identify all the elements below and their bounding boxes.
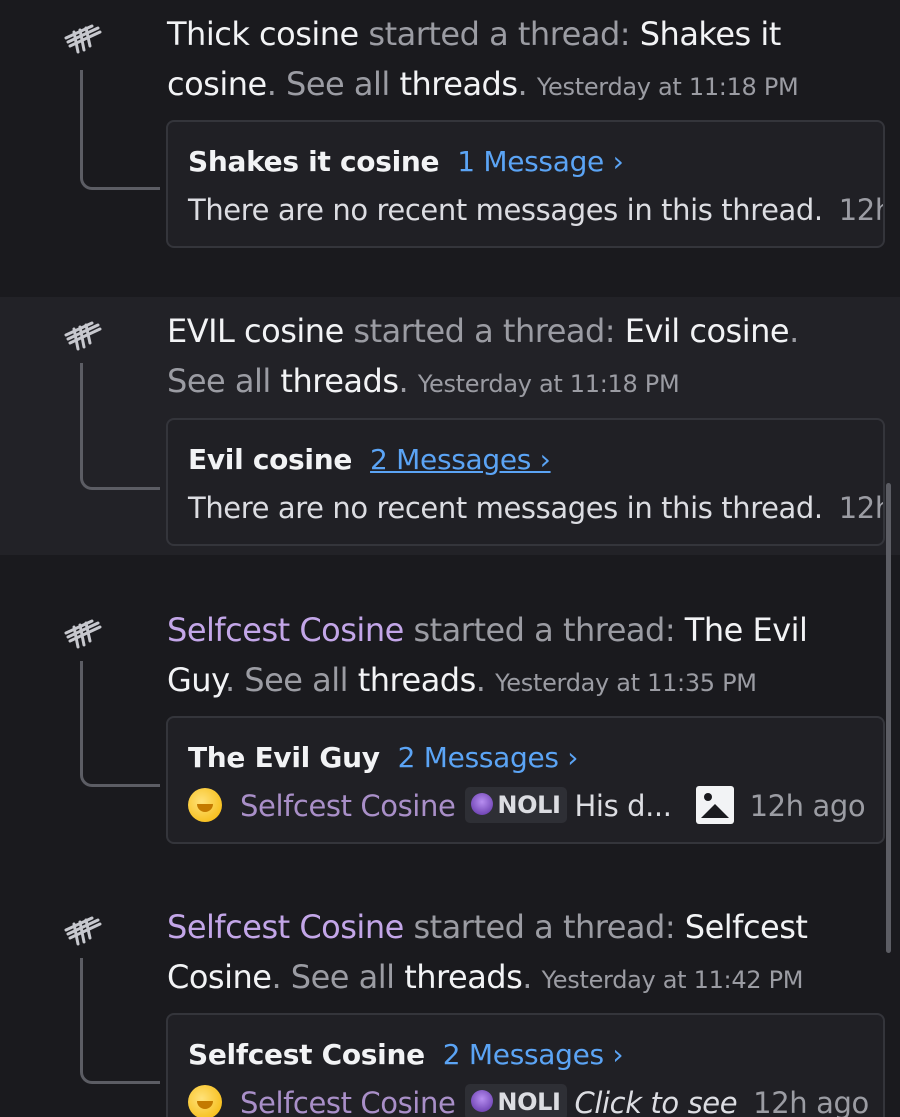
card-title: Shakes it cosine	[188, 145, 440, 178]
time-ago: 12h a	[838, 193, 883, 227]
time-ago: 12h ago	[749, 789, 866, 823]
message-count-link[interactable]: 2 Messages ›	[443, 1038, 624, 1071]
thread-title-link[interactable]: Evil cosine	[625, 312, 790, 350]
preview-text: There are no recent messages in this thr…	[188, 491, 823, 525]
timestamp: Yesterday at 11:18 PM	[536, 73, 799, 101]
author-name[interactable]: EVIL cosine	[167, 312, 344, 350]
verb-text: started a thread:	[403, 908, 685, 946]
verb-text: started a thread:	[403, 611, 685, 649]
thread-event: EVIL cosine started a thread: Evil cosin…	[0, 297, 900, 555]
author-name[interactable]: Selfcest Cosine	[167, 611, 404, 649]
thread-connector	[80, 363, 160, 490]
image-attachment-icon	[695, 786, 734, 824]
card-title: Evil cosine	[188, 443, 353, 476]
card-preview: Selfcest Cosine NOLI His d... 12h ago	[188, 786, 883, 827]
thread-connector	[80, 70, 160, 190]
author-name[interactable]: Thick cosine	[167, 15, 359, 53]
threads-link[interactable]: threads	[399, 65, 518, 103]
role-badge-label: NOLI	[497, 1088, 561, 1116]
threads-link[interactable]: threads	[404, 958, 523, 996]
message-count-link[interactable]: 2 Messages ›	[398, 741, 579, 774]
verb-text: started a thread:	[343, 312, 625, 350]
time-ago: 12h ago	[753, 1086, 869, 1117]
thread-feed: Thick cosine started a thread: Shakes it…	[0, 0, 900, 1117]
preview-text: There are no recent messages in this thr…	[188, 193, 823, 227]
scrollbar[interactable]	[886, 483, 891, 953]
timestamp: Yesterday at 11:42 PM	[541, 966, 804, 994]
preview-text: Click to see	[574, 1086, 738, 1117]
time-ago: 12h a	[838, 491, 883, 525]
event-text: Thick cosine started a thread: Shakes it…	[167, 15, 799, 103]
threads-link[interactable]: threads	[280, 362, 399, 400]
thread-icon	[64, 321, 102, 351]
timestamp: Yesterday at 11:35 PM	[495, 669, 757, 697]
author-name[interactable]: Selfcest Cosine	[167, 908, 404, 946]
thread-icon	[64, 619, 102, 649]
role-badge-label: NOLI	[497, 791, 561, 819]
thread-card[interactable]: Selfcest Cosine 2 Messages › Selfcest Cos…	[166, 1013, 885, 1117]
thread-event: Selfcest Cosine started a thread: The Ev…	[0, 595, 900, 855]
event-text: Selfcest Cosine started a thread: The Ev…	[167, 611, 808, 699]
card-preview: There are no recent messages in this thr…	[188, 190, 883, 230]
card-preview: There are no recent messages in this thr…	[188, 488, 883, 528]
see-all-text: . See all	[271, 958, 405, 996]
preview-author[interactable]: Selfcest Cosine	[240, 1086, 456, 1117]
threads-link[interactable]: threads	[358, 661, 477, 699]
role-badge: NOLI	[465, 1084, 567, 1117]
thread-event: Selfcest Cosine started a thread: Selfce…	[0, 892, 900, 1117]
event-text: Selfcest Cosine started a thread: Selfce…	[167, 908, 808, 996]
verb-text: started a thread:	[358, 15, 640, 53]
see-all-text: . See all	[266, 65, 400, 103]
see-all-text: . See all	[224, 661, 358, 699]
preview-text: His d...	[574, 789, 672, 823]
role-badge-icon	[471, 793, 494, 815]
thread-card[interactable]: The Evil Guy 2 Messages › Selfcest Cosine…	[166, 716, 885, 844]
card-title: Selfcest Cosine	[188, 1038, 425, 1071]
thread-card[interactable]: Shakes it cosine 1 Message › There are no…	[166, 120, 885, 248]
emoji-avatar-icon[interactable]	[188, 1085, 222, 1117]
thread-card[interactable]: Evil cosine 2 Messages › There are no rec…	[166, 418, 885, 546]
timestamp: Yesterday at 11:18 PM	[417, 370, 680, 398]
event-text: EVIL cosine started a thread: Evil cosin…	[167, 312, 799, 400]
thread-icon	[64, 24, 102, 54]
message-count-link[interactable]: 1 Message ›	[457, 145, 624, 178]
role-badge-icon	[471, 1090, 494, 1112]
thread-event: Thick cosine started a thread: Shakes it…	[0, 0, 900, 290]
card-title: The Evil Guy	[188, 741, 380, 774]
role-badge: NOLI	[465, 787, 567, 823]
card-preview: Selfcest Cosine NOLI Click to see 12h ago	[188, 1083, 883, 1117]
thread-icon	[64, 916, 102, 946]
see-all-text: See all	[167, 362, 281, 400]
message-count-link[interactable]: 2 Messages ›	[370, 443, 551, 476]
emoji-avatar-icon[interactable]	[188, 788, 222, 822]
thread-connector	[80, 958, 160, 1084]
thread-connector	[80, 661, 160, 787]
preview-author[interactable]: Selfcest Cosine	[240, 789, 456, 823]
